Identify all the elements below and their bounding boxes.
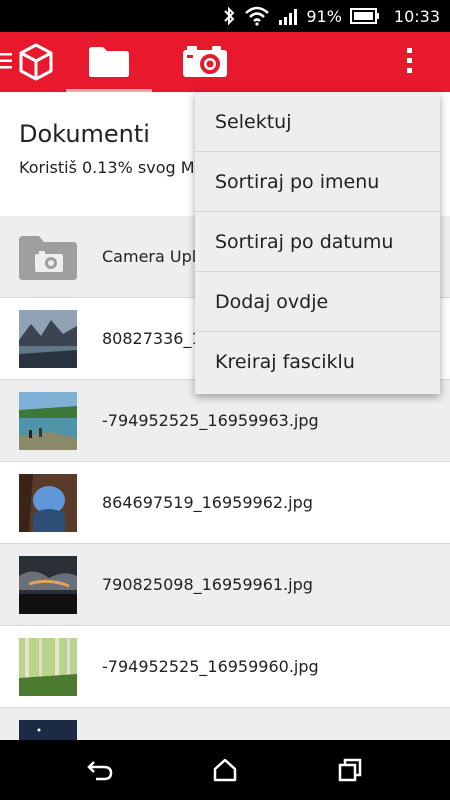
recent-apps-icon[interactable] [337, 758, 363, 786]
tab-files[interactable] [66, 32, 152, 92]
file-name: 864697519_16959962.jpg [102, 493, 313, 512]
usage-info: Koristiš 0.13% svog M [19, 158, 195, 177]
image-thumbnail-rock-arch [19, 473, 77, 532]
bluetooth-icon [222, 6, 236, 26]
camera-icon [183, 46, 227, 77]
back-icon[interactable] [86, 758, 114, 786]
image-thumbnail-mountain-lake [19, 309, 77, 368]
file-row[interactable]: 864697519_16959962.jpg [0, 462, 450, 544]
clock: 10:33 [393, 6, 440, 26]
home-icon[interactable] [212, 758, 238, 786]
menu-item-create-folder[interactable]: Kreiraj fasciklu [195, 332, 440, 392]
folder-camera-icon [19, 228, 77, 286]
menu-item-sort-by-name[interactable]: Sortiraj po imenu [195, 152, 440, 212]
status-bar: 91% 10:33 [0, 0, 450, 32]
file-name: 80827336_1 [102, 329, 202, 348]
menu-item-select[interactable]: Selektuj [195, 92, 440, 152]
image-thumbnail-forest [19, 637, 77, 696]
folder-icon [89, 47, 129, 77]
image-thumbnail-cloudy-sky [19, 555, 77, 614]
tab-camera[interactable] [182, 44, 228, 82]
signal-icon [278, 7, 300, 25]
overflow-menu: Selektuj Sortiraj po imenu Sortiraj po d… [195, 92, 440, 394]
file-name: -794952525_16959960.jpg [102, 657, 319, 676]
app-logo-cube-icon[interactable] [18, 42, 54, 86]
app-bar [0, 32, 450, 92]
overflow-menu-icon[interactable] [404, 46, 416, 80]
battery-percent: 91% [306, 6, 342, 26]
page-title: Dokumenti [19, 120, 150, 148]
file-name: 790825098_16959961.jpg [102, 575, 313, 594]
system-nav-bar [0, 740, 450, 800]
file-row[interactable]: -794952525_16959960.jpg [0, 626, 450, 708]
menu-item-add-here[interactable]: Dodaj ovdje [195, 272, 440, 332]
image-thumbnail-lake-shore [19, 391, 77, 450]
file-name: -794952525_16959963.jpg [102, 411, 319, 430]
battery-icon [349, 8, 380, 24]
file-row[interactable]: 790825098_16959961.jpg [0, 544, 450, 626]
wifi-icon [244, 6, 270, 26]
hamburger-icon[interactable] [0, 52, 12, 74]
file-name: Camera Uplo [102, 247, 206, 266]
menu-item-sort-by-date[interactable]: Sortiraj po datumu [195, 212, 440, 272]
